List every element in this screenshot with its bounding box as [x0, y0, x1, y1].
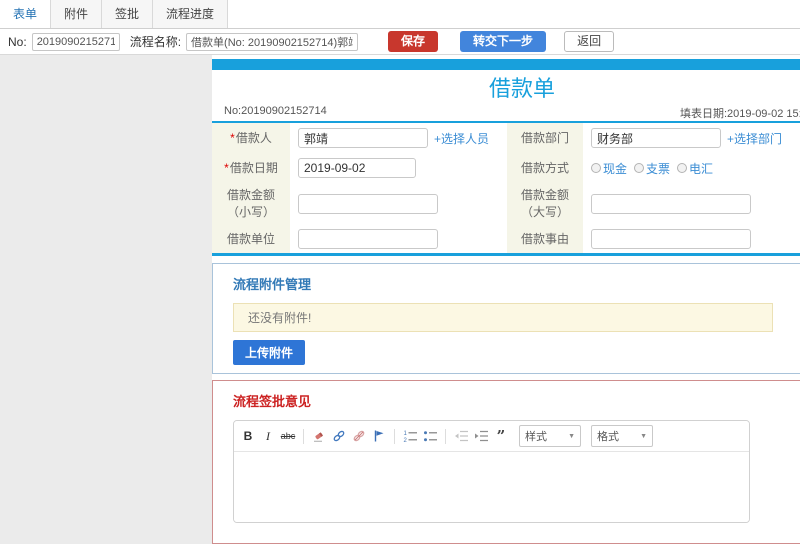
dept-label: 借款部门 — [507, 123, 583, 153]
italic-button[interactable]: I — [260, 428, 276, 444]
loan-date-field[interactable] — [298, 158, 416, 178]
tab-progress[interactable]: 流程进度 — [153, 0, 229, 28]
page-title: 借款单 — [488, 76, 555, 101]
form-header-bar — [212, 59, 800, 70]
unlink-icon[interactable] — [351, 428, 367, 444]
select-dept-link[interactable]: +选择部门 — [727, 130, 782, 147]
approval-heading: 流程签批意见 — [233, 394, 312, 409]
radio-wire[interactable]: 电汇 — [677, 160, 713, 177]
form-no: No:20190902152714 — [224, 105, 327, 117]
tab-bar: 表单 附件 签批 流程进度 — [0, 0, 800, 29]
process-name-input[interactable] — [186, 32, 359, 51]
no-attachment-notice: 还没有附件! — [233, 303, 773, 332]
blockquote-button[interactable]: ” — [493, 428, 509, 444]
form-table: *借款人 +选择人员 借款部门 +选择部门 *借款日期 借款方式 — [212, 123, 800, 253]
toolbar-divider — [303, 428, 304, 444]
next-step-button[interactable]: 转交下一步 — [460, 31, 547, 52]
strikethrough-button[interactable]: abc — [280, 428, 296, 444]
divider — [212, 253, 800, 256]
unit-field[interactable] — [298, 229, 438, 249]
radio-cash[interactable]: 现金 — [591, 160, 627, 177]
unit-label: 借款单位 — [212, 225, 290, 253]
chevron-down-icon: ▼ — [640, 432, 647, 440]
borrower-label: *借款人 — [212, 123, 290, 153]
action-bar: No: 流程名称: 保存 转交下一步 返回 — [0, 29, 800, 55]
dept-field[interactable] — [591, 128, 721, 148]
format-dropdown[interactable]: 格式 ▼ — [591, 425, 653, 447]
tab-form[interactable]: 表单 — [0, 0, 52, 28]
style-dropdown[interactable]: 样式 ▼ — [519, 425, 581, 447]
reason-field[interactable] — [591, 229, 751, 249]
required-mark: * — [230, 130, 235, 145]
numbered-list-icon[interactable]: 1 2 — [402, 428, 418, 444]
form-fill-date: 填表日期:2019-09-02 15:27:1 — [680, 108, 800, 120]
amount-lower-field[interactable] — [298, 194, 438, 214]
reason-cell — [583, 225, 800, 253]
bold-button[interactable]: B — [240, 428, 256, 444]
anchor-flag-icon[interactable] — [371, 428, 387, 444]
no-label: No: — [8, 34, 27, 49]
outdent-icon[interactable] — [453, 428, 469, 444]
chevron-down-icon: ▼ — [568, 432, 575, 440]
reason-label: 借款事由 — [507, 225, 583, 253]
amount-upper-field[interactable] — [591, 194, 751, 214]
attachment-heading: 流程附件管理 — [233, 277, 312, 292]
editor-toolbar: B I abc 1 2 ” 样式 ▼ 格式 ▼ — [234, 421, 749, 452]
attachment-panel: 流程附件管理 还没有附件! 上传附件 — [212, 263, 800, 374]
radio-circle-icon[interactable] — [634, 163, 645, 173]
amount-upper-cell — [583, 183, 800, 225]
bullet-list-icon[interactable] — [422, 428, 438, 444]
date-label: *借款日期 — [212, 153, 290, 183]
svg-text:2: 2 — [403, 438, 407, 443]
method-cell: 现金 支票 电汇 — [583, 153, 800, 183]
main-form-panel: 借款单 No:20190902152714 填表日期:2019-09-02 15… — [212, 55, 800, 544]
process-name-label: 流程名称: — [129, 35, 182, 49]
dept-cell: +选择部门 — [583, 123, 800, 153]
upload-attachment-button[interactable]: 上传附件 — [233, 340, 306, 365]
radio-circle-icon[interactable] — [677, 163, 688, 173]
borrower-cell: +选择人员 — [290, 123, 507, 153]
required-mark: * — [224, 160, 229, 175]
amount-upper-label: 借款金额（大写） — [507, 183, 583, 225]
amount-lower-cell — [290, 183, 507, 225]
content-area: 借款单 No:20190902152714 填表日期:2019-09-02 15… — [0, 55, 800, 544]
amount-lower-label: 借款金额（小写） — [212, 183, 290, 225]
method-label: 借款方式 — [507, 153, 583, 183]
radio-check[interactable]: 支票 — [634, 160, 670, 177]
toolbar-divider — [394, 428, 395, 444]
back-button[interactable]: 返回 — [564, 31, 615, 52]
indent-icon[interactable] — [473, 428, 489, 444]
tab-approval[interactable]: 签批 — [102, 0, 154, 28]
save-button[interactable]: 保存 — [388, 31, 439, 52]
tab-attachment[interactable]: 附件 — [51, 0, 103, 28]
remove-format-icon[interactable] — [311, 428, 327, 444]
radio-circle-icon[interactable] — [591, 163, 601, 173]
editor-content-area[interactable] — [234, 452, 749, 522]
form-meta-row: No:20190902152714 填表日期:2019-09-02 15:27:… — [212, 102, 800, 121]
no-input[interactable] — [31, 32, 120, 51]
toolbar-divider — [445, 428, 446, 444]
select-person-link[interactable]: +选择人员 — [434, 130, 489, 147]
borrower-field[interactable] — [298, 128, 428, 148]
link-icon[interactable] — [331, 428, 347, 444]
approval-panel: 流程签批意见 B I abc 1 2 ” 样式 ▼ 格式 ▼ — [212, 380, 800, 544]
unit-cell — [290, 225, 507, 253]
comment-editor: B I abc 1 2 ” 样式 ▼ 格式 ▼ — [233, 420, 750, 523]
date-cell — [290, 153, 507, 183]
payment-method-group: 现金 支票 电汇 — [591, 160, 713, 177]
svg-text:1: 1 — [403, 431, 407, 437]
